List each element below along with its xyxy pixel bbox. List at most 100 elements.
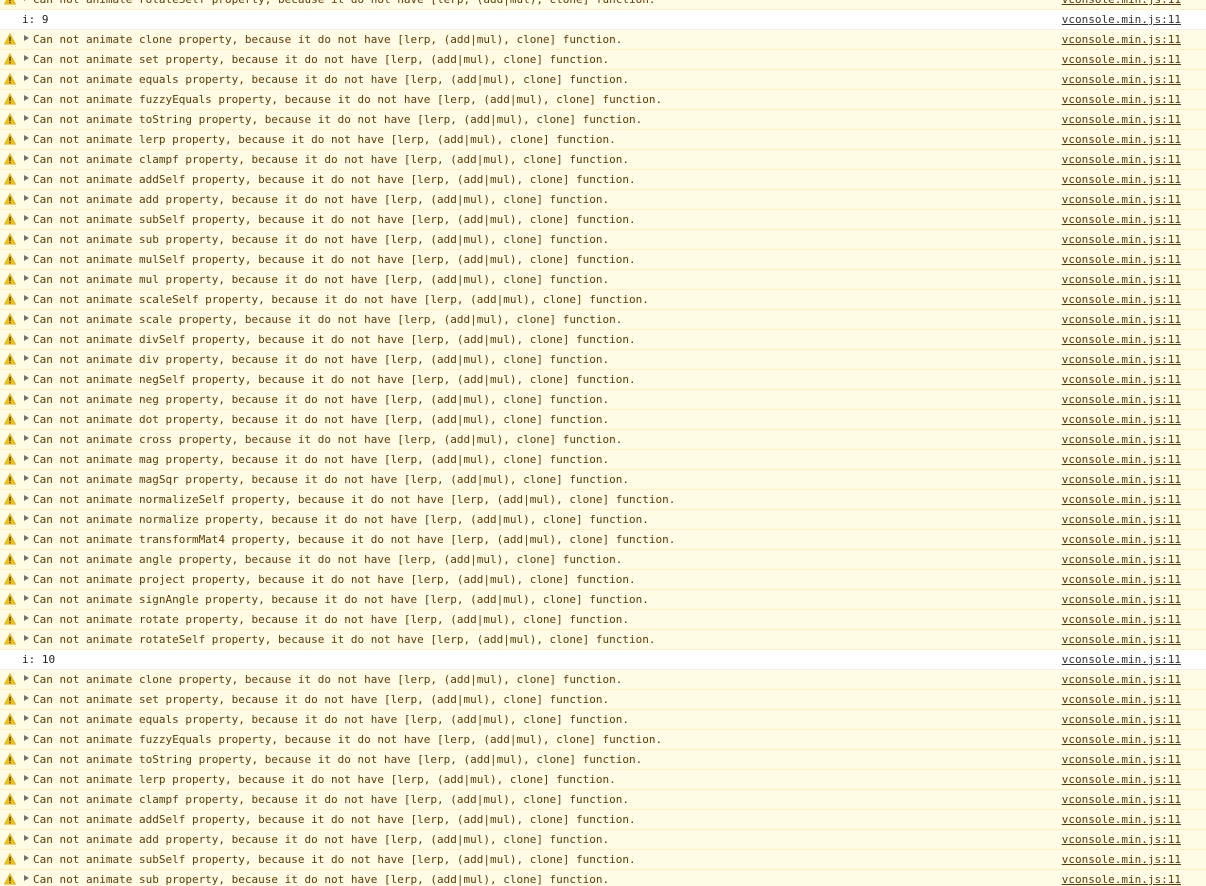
expand-triangle-icon[interactable] — [24, 295, 29, 301]
source-link[interactable]: vconsole.min.js:11 — [1062, 773, 1181, 787]
expand-triangle-icon[interactable] — [24, 0, 29, 1]
source-link[interactable]: vconsole.min.js:11 — [1062, 633, 1181, 647]
source-link[interactable]: vconsole.min.js:11 — [1062, 93, 1181, 107]
source-link[interactable]: vconsole.min.js:11 — [1062, 493, 1181, 507]
expand-triangle-icon[interactable] — [24, 835, 29, 841]
source-link[interactable]: vconsole.min.js:11 — [1062, 393, 1181, 407]
expand-triangle-icon[interactable] — [24, 855, 29, 861]
source-link[interactable]: vconsole.min.js:11 — [1062, 33, 1181, 47]
expand-triangle-icon[interactable] — [24, 755, 29, 761]
expand-triangle-icon[interactable] — [24, 715, 29, 721]
source-link[interactable]: vconsole.min.js:11 — [1062, 233, 1181, 247]
expand-triangle-icon[interactable] — [24, 535, 29, 541]
expand-triangle-icon[interactable] — [24, 775, 29, 781]
source-link[interactable]: vconsole.min.js:11 — [1062, 533, 1181, 547]
source-link[interactable]: vconsole.min.js:11 — [1062, 453, 1181, 467]
expand-triangle-icon[interactable] — [24, 175, 29, 181]
expand-triangle-icon[interactable] — [24, 455, 29, 461]
source-link[interactable]: vconsole.min.js:11 — [1062, 553, 1181, 567]
console-panel[interactable]: Can not animate rotateSelf property, bec… — [0, 0, 1206, 886]
expand-triangle-icon[interactable] — [24, 215, 29, 221]
source-link[interactable]: vconsole.min.js:11 — [1062, 613, 1181, 627]
source-link[interactable]: vconsole.min.js:11 — [1062, 293, 1181, 307]
expand-triangle-icon[interactable] — [24, 875, 29, 881]
expand-triangle-icon[interactable] — [24, 635, 29, 641]
expand-triangle-icon[interactable] — [24, 155, 29, 161]
expand-triangle-icon[interactable] — [24, 115, 29, 121]
expand-triangle-icon[interactable] — [24, 135, 29, 141]
source-link[interactable]: vconsole.min.js:11 — [1062, 413, 1181, 427]
source-link[interactable]: vconsole.min.js:11 — [1062, 673, 1181, 687]
source-link[interactable]: vconsole.min.js:11 — [1062, 133, 1181, 147]
expand-triangle-icon[interactable] — [24, 495, 29, 501]
log-message: Can not animate normalize property, beca… — [33, 513, 649, 526]
source-link[interactable]: vconsole.min.js:11 — [1062, 753, 1181, 767]
source-link[interactable]: vconsole.min.js:11 — [1062, 213, 1181, 227]
warning-entry: Can not animate div property, because it… — [0, 350, 1206, 370]
expand-triangle-icon[interactable] — [24, 555, 29, 561]
warning-entry: Can not animate clampf property, because… — [0, 150, 1206, 170]
source-link[interactable]: vconsole.min.js:11 — [1062, 713, 1181, 727]
warning-entry: Can not animate set property, because it… — [0, 50, 1206, 70]
source-link[interactable]: vconsole.min.js:11 — [1062, 253, 1181, 267]
expand-triangle-icon[interactable] — [24, 815, 29, 821]
source-link[interactable]: vconsole.min.js:11 — [1062, 473, 1181, 487]
expand-triangle-icon[interactable] — [24, 355, 29, 361]
source-link[interactable]: vconsole.min.js:11 — [1062, 853, 1181, 867]
source-link[interactable]: vconsole.min.js:11 — [1062, 653, 1181, 667]
source-link[interactable]: vconsole.min.js:11 — [1062, 73, 1181, 87]
source-link[interactable]: vconsole.min.js:11 — [1062, 353, 1181, 367]
expand-triangle-icon[interactable] — [24, 75, 29, 81]
expand-triangle-icon[interactable] — [24, 255, 29, 261]
source-link[interactable]: vconsole.min.js:11 — [1062, 273, 1181, 287]
source-link[interactable]: vconsole.min.js:11 — [1062, 333, 1181, 347]
expand-triangle-icon[interactable] — [24, 395, 29, 401]
source-link[interactable]: vconsole.min.js:11 — [1062, 433, 1181, 447]
expand-triangle-icon[interactable] — [24, 615, 29, 621]
expand-triangle-icon[interactable] — [24, 275, 29, 281]
source-link[interactable]: vconsole.min.js:11 — [1062, 833, 1181, 847]
source-link[interactable]: vconsole.min.js:11 — [1062, 813, 1181, 827]
source-link[interactable]: vconsole.min.js:11 — [1062, 593, 1181, 607]
source-link[interactable]: vconsole.min.js:11 — [1062, 113, 1181, 127]
expand-triangle-icon[interactable] — [24, 415, 29, 421]
source-link[interactable]: vconsole.min.js:11 — [1062, 873, 1181, 886]
expand-triangle-icon[interactable] — [24, 315, 29, 321]
expand-triangle-icon[interactable] — [24, 595, 29, 601]
source-link[interactable]: vconsole.min.js:11 — [1062, 0, 1181, 7]
source-link[interactable]: vconsole.min.js:11 — [1062, 733, 1181, 747]
expand-triangle-icon[interactable] — [24, 235, 29, 241]
expand-triangle-icon[interactable] — [24, 475, 29, 481]
expand-triangle-icon[interactable] — [24, 35, 29, 41]
source-link[interactable]: vconsole.min.js:11 — [1062, 13, 1181, 27]
expand-triangle-icon[interactable] — [24, 375, 29, 381]
source-link[interactable]: vconsole.min.js:11 — [1062, 793, 1181, 807]
warning-icon — [4, 173, 16, 185]
expand-triangle-icon[interactable] — [24, 575, 29, 581]
source-link[interactable]: vconsole.min.js:11 — [1062, 373, 1181, 387]
expand-triangle-icon[interactable] — [24, 435, 29, 441]
expand-triangle-icon[interactable] — [24, 515, 29, 521]
warning-entry: Can not animate clampf property, because… — [0, 790, 1206, 810]
log-message: Can not animate clone property, because … — [33, 673, 623, 686]
source-link[interactable]: vconsole.min.js:11 — [1062, 573, 1181, 587]
expand-triangle-icon[interactable] — [24, 795, 29, 801]
source-link[interactable]: vconsole.min.js:11 — [1062, 53, 1181, 67]
expand-triangle-icon[interactable] — [24, 695, 29, 701]
source-link[interactable]: vconsole.min.js:11 — [1062, 693, 1181, 707]
source-link[interactable]: vconsole.min.js:11 — [1062, 173, 1181, 187]
source-link[interactable]: vconsole.min.js:11 — [1062, 313, 1181, 327]
expand-triangle-icon[interactable] — [24, 195, 29, 201]
warning-entry: Can not animate add property, because it… — [0, 830, 1206, 850]
expand-triangle-icon[interactable] — [24, 95, 29, 101]
source-link[interactable]: vconsole.min.js:11 — [1062, 153, 1181, 167]
log-message: i: 10 — [22, 653, 56, 666]
source-link[interactable]: vconsole.min.js:11 — [1062, 193, 1181, 207]
expand-triangle-icon[interactable] — [24, 675, 29, 681]
expand-triangle-icon[interactable] — [24, 55, 29, 61]
expand-triangle-icon[interactable] — [24, 735, 29, 741]
warning-entry: Can not animate addSelf property, becaus… — [0, 810, 1206, 830]
expand-triangle-icon[interactable] — [24, 335, 29, 341]
source-link[interactable]: vconsole.min.js:11 — [1062, 513, 1181, 527]
warning-entry: Can not animate cross property, because … — [0, 430, 1206, 450]
